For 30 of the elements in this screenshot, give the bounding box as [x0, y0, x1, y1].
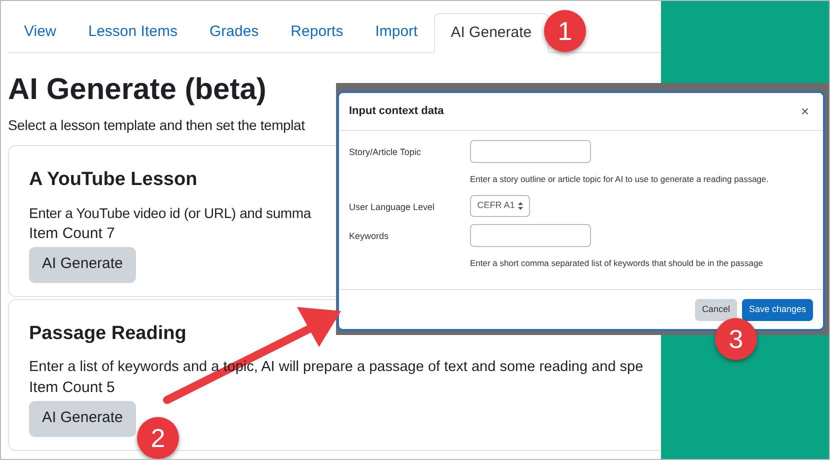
tab[interactable]: AI Generate — [434, 13, 549, 53]
step-number-badge: 2 — [137, 417, 179, 459]
cancel-button[interactable]: Cancel — [694, 298, 737, 320]
item-count: Item Count 5 — [29, 378, 115, 398]
save-button[interactable]: Save changes — [742, 298, 813, 320]
dialog-title: Input context data — [349, 104, 444, 120]
text-field[interactable] — [470, 140, 591, 163]
level-select[interactable]: CEFR A1 — [470, 194, 530, 217]
page-title: AI Generate (beta) — [8, 72, 268, 108]
tab[interactable]: Grades — [193, 12, 275, 52]
item-count: Item Count 7 — [29, 224, 115, 244]
tab[interactable]: View — [8, 12, 72, 52]
text-field[interactable] — [470, 224, 591, 247]
help-text: Enter a story outline or article topic for AI to use to generate a reading passage. — [470, 173, 769, 186]
field-label: Keywords — [349, 230, 390, 243]
ai-generate-button[interactable]: AI Generate — [29, 400, 136, 436]
tab[interactable]: Reports — [274, 12, 360, 52]
help-text: Enter a short comma separated list of keywords that should be in the passage — [470, 256, 763, 270]
field-label: Story/Article Topic — [349, 146, 422, 159]
template-title: A YouTube Lesson — [29, 168, 198, 192]
field-label: User Language Level — [349, 200, 436, 214]
tab[interactable]: Lesson Items — [72, 12, 194, 52]
template-title: Passage Reading — [29, 322, 186, 346]
tab[interactable]: Import — [359, 12, 434, 52]
step-number-badge: 1 — [544, 10, 586, 52]
close-button[interactable]: × — [796, 101, 813, 122]
sort-icon — [518, 202, 523, 210]
template-description: Enter a YouTube video id (or URL) and summa — [29, 204, 311, 222]
ai-generate-button[interactable]: AI Generate — [29, 246, 136, 282]
intro-text: Select a lesson template and then set the templat — [8, 116, 305, 135]
